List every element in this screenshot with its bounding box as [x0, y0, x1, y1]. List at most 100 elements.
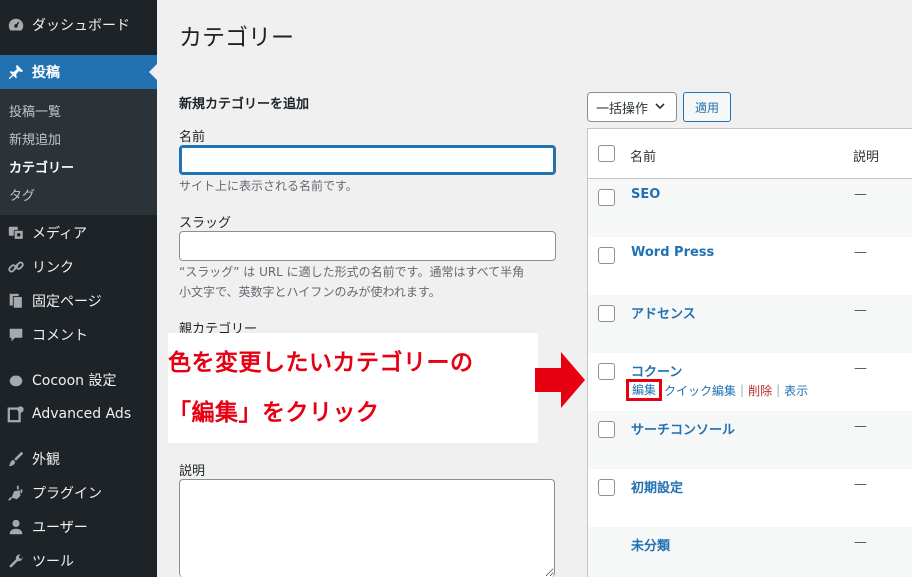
- comment-icon: [6, 326, 26, 344]
- category-description: —: [854, 477, 867, 492]
- category-name-link[interactable]: 未分類: [631, 535, 670, 554]
- category-name-link[interactable]: アドセンス: [631, 303, 696, 322]
- category-name-link[interactable]: SEO: [631, 187, 660, 202]
- row-checkbox[interactable]: [598, 421, 615, 438]
- menu-pages[interactable]: 固定ページ: [0, 284, 157, 318]
- menu-media[interactable]: メディア: [0, 216, 157, 250]
- category-name-link[interactable]: Word Press: [631, 245, 714, 260]
- menu-advanced-ads[interactable]: Advanced Ads: [0, 397, 157, 431]
- column-name-header[interactable]: 名前: [630, 146, 656, 165]
- separator: |: [776, 383, 781, 397]
- menu-plugins-label: プラグイン: [32, 486, 102, 502]
- menu-tools-label: ツール: [32, 554, 74, 570]
- description-textarea[interactable]: [179, 479, 555, 577]
- description-label: 説明: [179, 464, 206, 479]
- row-checkbox[interactable]: [598, 363, 615, 380]
- menu-appearance-label: 外観: [32, 452, 60, 468]
- view-link[interactable]: 表示: [784, 382, 808, 399]
- delete-link[interactable]: 削除: [748, 382, 772, 399]
- table-row: コクーン — 編集 クイック編集 | 削除 | 表示: [588, 353, 912, 411]
- menu-comments-label: コメント: [32, 328, 88, 344]
- annotation-line-1: 色を変更したいカテゴリーの: [168, 350, 474, 376]
- page-title: カテゴリー: [179, 25, 294, 51]
- annotation-arrow-icon: [535, 352, 585, 408]
- bulk-action-label: 一括操作: [596, 101, 649, 117]
- table-row: 未分類 —: [588, 527, 912, 577]
- table-header: 名前 説明: [588, 129, 912, 179]
- apply-button[interactable]: 適用: [683, 92, 731, 122]
- row-checkbox[interactable]: [598, 247, 615, 264]
- submenu-categories[interactable]: カテゴリー: [9, 157, 74, 176]
- name-label: 名前: [179, 130, 206, 145]
- cocoon-icon: [6, 371, 26, 389]
- slug-description-2: 小文字で、英数字とハイフンのみが使われます。: [179, 285, 441, 299]
- menu-comments[interactable]: コメント: [0, 318, 157, 352]
- media-icon: [6, 224, 26, 242]
- select-all-checkbox[interactable]: [598, 145, 615, 162]
- add-category-heading: 新規カテゴリーを追加: [179, 97, 310, 112]
- category-description: —: [854, 187, 867, 202]
- category-name-link[interactable]: コクーン: [631, 361, 682, 380]
- category-description: —: [854, 361, 867, 376]
- column-description-header[interactable]: 説明: [853, 146, 879, 165]
- slug-input[interactable]: [179, 231, 556, 261]
- row-checkbox[interactable]: [598, 189, 615, 206]
- link-icon: [6, 258, 26, 276]
- row-actions: 編集 クイック編集 | 削除 | 表示: [626, 379, 808, 401]
- chevron-down-icon: [654, 100, 666, 115]
- category-name-link[interactable]: 初期設定: [631, 477, 683, 496]
- separator: |: [740, 383, 745, 397]
- menu-posts-label: 投稿: [32, 65, 60, 81]
- table-row: 初期設定 —: [588, 469, 912, 527]
- brush-icon: [6, 450, 26, 468]
- submenu-all-posts[interactable]: 投稿一覧: [9, 101, 61, 120]
- menu-links[interactable]: リンク: [0, 250, 157, 284]
- user-icon: [6, 518, 26, 536]
- menu-cocoon-label: Cocoon 設定: [32, 373, 117, 389]
- category-description: —: [854, 535, 867, 550]
- menu-users-label: ユーザー: [32, 520, 88, 536]
- categories-table: 名前 説明 SEO — Word Press — アドセンス — コクーン — …: [587, 128, 912, 577]
- category-description: —: [854, 419, 867, 434]
- table-row: Word Press —: [588, 237, 912, 295]
- name-input[interactable]: [179, 145, 556, 175]
- table-row: SEO —: [588, 179, 912, 237]
- submenu-tags[interactable]: タグ: [9, 185, 35, 204]
- menu-media-label: メディア: [32, 226, 88, 242]
- menu-dashboard-label: ダッシュボード: [32, 18, 130, 34]
- menu-plugins[interactable]: プラグイン: [0, 476, 157, 510]
- slug-label: スラッグ: [179, 216, 232, 231]
- menu-pages-label: 固定ページ: [32, 294, 102, 310]
- annotation-box: 色を変更したいカテゴリーの 「編集」をクリック: [168, 333, 538, 443]
- admin-sidebar: ダッシュボード 投稿 投稿一覧 新規追加 カテゴリー タグ メディア リンク 固…: [0, 0, 157, 577]
- menu-appearance[interactable]: 外観: [0, 442, 157, 476]
- pin-icon: [6, 63, 26, 81]
- plugin-icon: [6, 484, 26, 502]
- table-row: アドセンス —: [588, 295, 912, 353]
- slug-description-1: “スラッグ” は URL に適した形式の名前です。通常はすべて半角: [179, 265, 525, 279]
- edit-link[interactable]: 編集: [626, 379, 663, 401]
- pages-icon: [6, 292, 26, 310]
- annotation-line-2: 「編集」をクリック: [168, 400, 380, 426]
- category-description: —: [854, 303, 867, 318]
- submenu-add-new[interactable]: 新規追加: [9, 129, 61, 148]
- menu-dashboard[interactable]: ダッシュボード: [0, 8, 157, 42]
- menu-cocoon[interactable]: Cocoon 設定: [0, 363, 157, 397]
- bulk-action-select[interactable]: 一括操作: [587, 92, 677, 122]
- menu-advanced-ads-label: Advanced Ads: [32, 406, 132, 422]
- posts-submenu: 投稿一覧 新規追加 カテゴリー タグ: [0, 89, 157, 215]
- quick-edit-link[interactable]: クイック編集: [664, 382, 736, 399]
- table-row: サーチコンソール —: [588, 411, 912, 469]
- row-checkbox[interactable]: [598, 305, 615, 322]
- name-description: サイト上に表示される名前です。: [179, 179, 358, 193]
- menu-users[interactable]: ユーザー: [0, 510, 157, 544]
- row-checkbox[interactable]: [598, 479, 615, 496]
- wrench-icon: [6, 552, 26, 570]
- menu-posts[interactable]: 投稿: [0, 55, 157, 89]
- menu-links-label: リンク: [32, 260, 74, 276]
- menu-tools[interactable]: ツール: [0, 544, 157, 577]
- dashboard-icon: [6, 16, 26, 34]
- category-name-link[interactable]: サーチコンソール: [631, 419, 735, 438]
- ads-icon: [6, 405, 26, 423]
- category-description: —: [854, 245, 867, 260]
